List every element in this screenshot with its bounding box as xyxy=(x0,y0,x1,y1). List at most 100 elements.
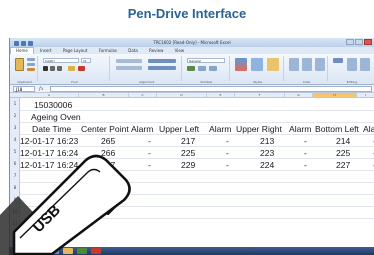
header-cell[interactable]: Center Point xyxy=(81,123,129,135)
tab-review[interactable]: Review xyxy=(144,47,168,54)
row-header[interactable]: 10 xyxy=(10,209,20,214)
row-header[interactable]: 4 xyxy=(10,137,20,142)
save-icon[interactable] xyxy=(21,41,26,46)
fill-color-icon[interactable] xyxy=(68,66,75,71)
header-cell[interactable]: Date Time xyxy=(32,123,71,135)
paste-icon[interactable] xyxy=(15,58,24,71)
tab-page-layout[interactable]: Page Layout xyxy=(58,47,93,54)
table-cell[interactable]: 12-01-17 16:23 xyxy=(20,135,78,147)
table-cell[interactable]: 267 xyxy=(101,159,115,171)
table-cell[interactable]: 223 xyxy=(260,147,274,159)
header-cell[interactable]: Alarm xyxy=(289,123,311,135)
number-format-select[interactable]: General xyxy=(187,58,225,63)
tab-formulas[interactable]: Formulas xyxy=(94,47,122,54)
cut-icon[interactable] xyxy=(27,58,35,61)
row-header[interactable]: 2 xyxy=(10,113,20,118)
currency-icon[interactable] xyxy=(187,66,195,71)
worksheet-grid[interactable]: 15030006 Ageing Oven Date Time Center Po… xyxy=(20,98,374,255)
table-cell[interactable]: - xyxy=(148,147,151,159)
format-cells-icon[interactable] xyxy=(315,58,325,71)
tab-home[interactable]: Home xyxy=(10,47,34,54)
cell-styles-icon[interactable] xyxy=(267,58,279,71)
table-cell[interactable]: - xyxy=(304,159,307,171)
wrap-text-button[interactable] xyxy=(148,59,176,63)
table-cell[interactable]: - xyxy=(226,159,229,171)
table-cell[interactable]: - xyxy=(304,147,307,159)
close-button[interactable] xyxy=(364,39,372,45)
tab-data[interactable]: Data xyxy=(123,47,143,54)
header-cell[interactable]: Upper Right xyxy=(236,123,282,135)
header-cell[interactable]: Bottom Left xyxy=(315,123,359,135)
font-name-select[interactable]: Calibri xyxy=(43,58,79,63)
format-painter-icon[interactable] xyxy=(27,68,35,71)
autosum-icon[interactable] xyxy=(333,58,343,63)
header-cell[interactable]: Alarm xyxy=(131,123,153,135)
row-header[interactable]: 1 xyxy=(10,101,20,106)
group-label: Clipboard xyxy=(17,80,32,84)
table-cell[interactable]: 224 xyxy=(260,159,274,171)
table-cell[interactable]: 217 xyxy=(181,135,195,147)
device-name-cell[interactable]: Ageing Oven xyxy=(31,111,81,123)
row-header[interactable]: 12 xyxy=(10,233,20,238)
quick-access-toolbar xyxy=(14,40,35,46)
table-cell[interactable]: - xyxy=(226,147,229,159)
tab-insert[interactable]: Insert xyxy=(35,47,56,54)
fx-icon[interactable]: fx xyxy=(39,85,44,93)
row-header[interactable]: 11 xyxy=(10,221,20,226)
insert-cells-icon[interactable] xyxy=(289,58,299,71)
table-cell[interactable]: - xyxy=(304,135,307,147)
taskbar-app-icon[interactable] xyxy=(49,248,59,254)
tab-view[interactable]: View xyxy=(170,47,190,54)
table-cell[interactable]: 225 xyxy=(336,147,350,159)
table-cell[interactable]: 265 xyxy=(101,135,115,147)
format-as-table-icon[interactable] xyxy=(251,58,263,71)
italic-icon[interactable] xyxy=(50,66,55,71)
taskbar-app-icon[interactable] xyxy=(63,248,73,254)
delete-cells-icon[interactable] xyxy=(302,58,312,71)
table-cell[interactable]: 12-01-17 16:24 xyxy=(20,147,78,159)
sort-filter-icon[interactable] xyxy=(347,58,357,71)
align-left-icon[interactable] xyxy=(116,66,142,70)
header-cell[interactable]: Alarm xyxy=(363,123,374,135)
row-header[interactable]: 9 xyxy=(10,197,20,202)
table-cell[interactable]: 227 xyxy=(336,159,350,171)
table-cell[interactable]: 225 xyxy=(181,147,195,159)
header-cell[interactable]: Alarm xyxy=(209,123,231,135)
office-button-icon[interactable] xyxy=(14,41,19,46)
table-cell[interactable]: 266 xyxy=(101,147,115,159)
table-cell[interactable]: 229 xyxy=(181,159,195,171)
underline-icon[interactable] xyxy=(57,66,62,71)
start-button[interactable] xyxy=(13,248,23,254)
table-cell[interactable]: 12-01-17 16:24 xyxy=(20,159,78,171)
font-color-icon[interactable] xyxy=(78,66,85,71)
table-cell[interactable]: - xyxy=(148,135,151,147)
table-cell[interactable]: 214 xyxy=(336,135,350,147)
copy-icon[interactable] xyxy=(27,63,35,66)
row-header[interactable]: 6 xyxy=(10,161,20,166)
taskbar-app-icon[interactable] xyxy=(91,248,101,254)
table-cell[interactable]: 213 xyxy=(260,135,274,147)
merge-center-button[interactable] xyxy=(148,66,176,70)
font-size-select[interactable]: 11 xyxy=(81,58,91,63)
row-header[interactable]: 8 xyxy=(10,185,20,190)
name-box[interactable]: J18 xyxy=(13,86,35,92)
row-header[interactable]: 5 xyxy=(10,149,20,154)
align-top-icon[interactable] xyxy=(116,59,142,63)
serial-number-cell[interactable]: 15030006 xyxy=(34,99,72,111)
minimize-button[interactable] xyxy=(346,39,354,45)
comma-icon[interactable] xyxy=(209,66,217,71)
bold-icon[interactable] xyxy=(43,66,48,71)
formula-input[interactable] xyxy=(50,86,372,92)
undo-icon[interactable] xyxy=(28,41,33,46)
table-cell[interactable]: - xyxy=(226,135,229,147)
cells-group: Cells xyxy=(286,56,328,84)
table-cell[interactable]: - xyxy=(148,159,151,171)
conditional-formatting-icon[interactable] xyxy=(235,58,247,71)
row-header[interactable]: 3 xyxy=(10,125,20,130)
row-header[interactable]: 7 xyxy=(10,173,20,178)
find-select-icon[interactable] xyxy=(360,58,370,71)
percent-icon[interactable] xyxy=(198,66,206,71)
taskbar-app-icon[interactable] xyxy=(77,248,87,254)
maximize-button[interactable] xyxy=(355,39,363,45)
header-cell[interactable]: Upper Left xyxy=(159,123,199,135)
